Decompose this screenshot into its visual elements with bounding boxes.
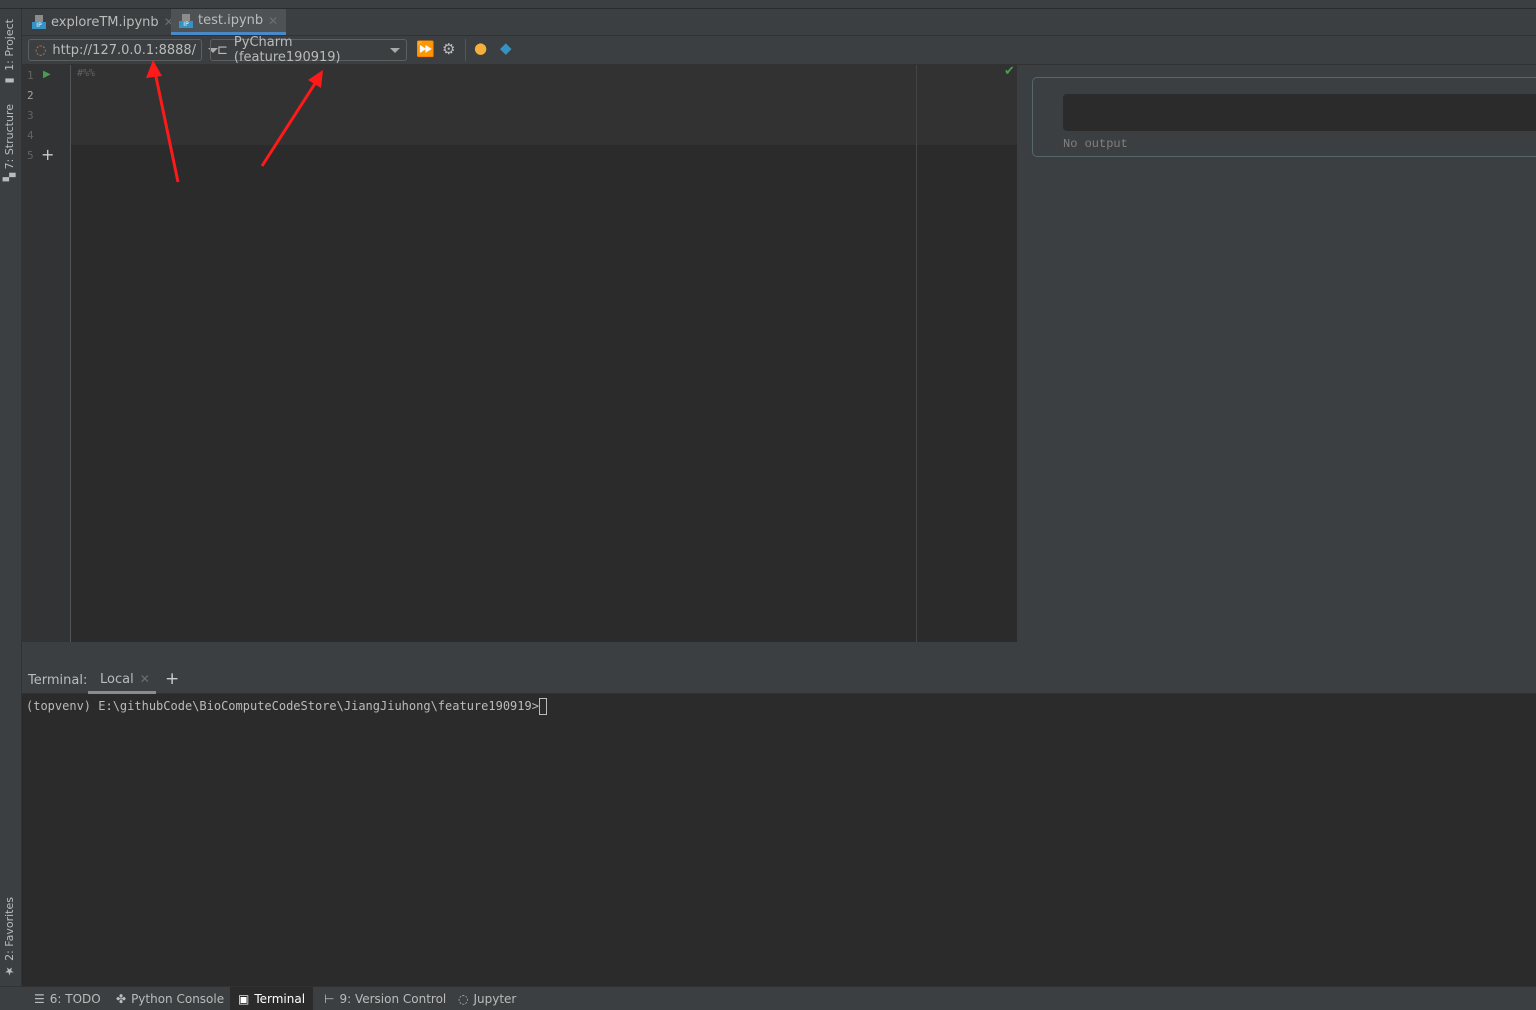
arrow-to-server-url — [146, 60, 180, 183]
arrow-to-kernel — [260, 70, 323, 167]
annotation-arrows — [146, 60, 323, 183]
